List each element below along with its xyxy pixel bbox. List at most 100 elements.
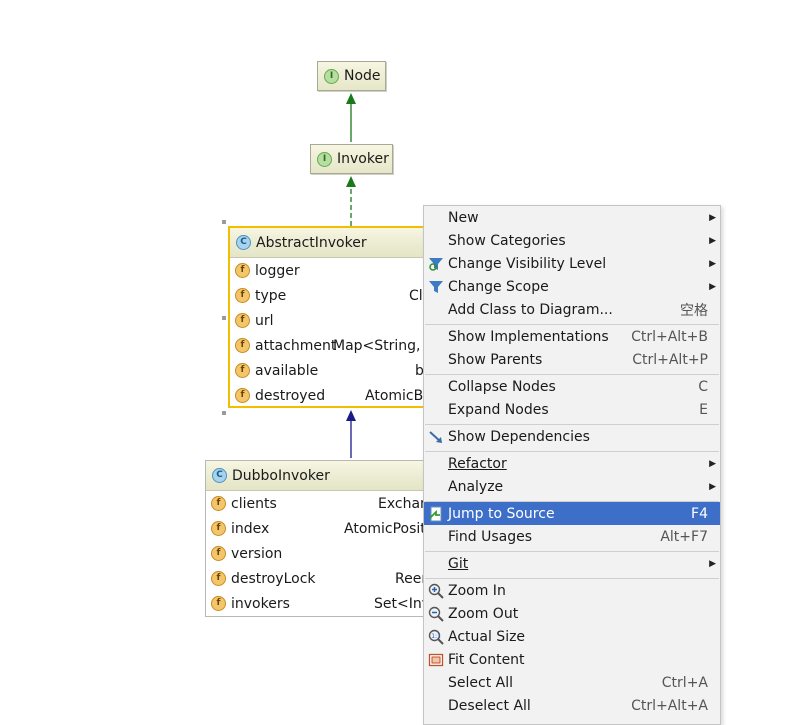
menu-item-collapse-nodes[interactable]: Collapse Nodes C bbox=[424, 375, 720, 398]
selection-handle[interactable] bbox=[222, 220, 226, 224]
field-name: available bbox=[255, 362, 319, 379]
node-interface[interactable]: I Node bbox=[317, 61, 386, 91]
menu-item-label: Add Class to Diagram... bbox=[448, 301, 613, 318]
field-name: type bbox=[255, 287, 287, 304]
menu-item-shortcut: Ctrl+Alt+B bbox=[631, 328, 708, 345]
field-name: destroyLock bbox=[231, 570, 316, 587]
submenu-arrow-icon: ▶ bbox=[709, 258, 716, 269]
field-name: logger bbox=[255, 262, 300, 279]
selection-handle[interactable] bbox=[222, 316, 226, 320]
menu-item-label: Show Categories bbox=[448, 232, 566, 249]
menu-item-zoom-out[interactable]: Zoom Out bbox=[424, 602, 720, 625]
menu-item-git[interactable]: Git ▶ bbox=[424, 552, 720, 575]
field-name: attachment bbox=[255, 337, 337, 354]
field-badge-icon: f bbox=[235, 388, 250, 403]
field-name: url bbox=[255, 312, 274, 329]
dubbo-invoker-class[interactable]: C DubboInvoker f clients Exchan f index … bbox=[205, 460, 433, 617]
menu-item-label: Fit Content bbox=[448, 651, 525, 668]
menu-item-add-class[interactable]: Add Class to Diagram... 空格 bbox=[424, 298, 720, 321]
menu-item-jump-to-source[interactable]: Jump to Source F4 bbox=[424, 502, 720, 525]
menu-item-deselect-all[interactable]: Deselect All Ctrl+Alt+A bbox=[424, 694, 720, 717]
field-badge-icon: f bbox=[235, 363, 250, 378]
menu-item-change-scope[interactable]: Change Scope ▶ bbox=[424, 275, 720, 298]
selection-handle[interactable] bbox=[222, 411, 226, 415]
menu-item-label: Select All bbox=[448, 674, 513, 691]
menu-item-show-categories[interactable]: Show Categories ▶ bbox=[424, 229, 720, 252]
abstract-invoker-class[interactable]: C AbstractInvoker f logger f type Cl f u… bbox=[228, 226, 434, 408]
field-row: f logger bbox=[230, 258, 433, 283]
menu-item-shortcut: E bbox=[699, 401, 708, 418]
class-header: C DubboInvoker bbox=[206, 461, 433, 491]
field-name: destroyed bbox=[255, 387, 326, 404]
field-type: Map<String, S bbox=[333, 337, 434, 354]
class-name: AbstractInvoker bbox=[256, 234, 367, 251]
menu-item-change-visibility[interactable]: Change Visibility Level ▶ bbox=[424, 252, 720, 275]
menu-item-label: Jump to Source bbox=[448, 505, 555, 522]
dependency-arrow-icon bbox=[428, 429, 444, 445]
menu-item-label: Deselect All bbox=[448, 697, 531, 714]
menu-item-label: Change Visibility Level bbox=[448, 255, 607, 272]
node-interface-label: Node bbox=[344, 68, 381, 84]
menu-item-label: Actual Size bbox=[448, 628, 526, 645]
field-badge-icon: f bbox=[235, 263, 250, 278]
menu-item-label: Analyze bbox=[448, 478, 504, 495]
menu-item-find-usages[interactable]: Find Usages Alt+F7 bbox=[424, 525, 720, 548]
field-badge-icon: f bbox=[211, 521, 226, 536]
menu-item-select-all[interactable]: Select All Ctrl+A bbox=[424, 671, 720, 694]
jump-source-icon bbox=[428, 506, 444, 522]
field-row: f version bbox=[206, 541, 433, 566]
field-name: clients bbox=[231, 495, 277, 512]
menu-item-label: Refactor bbox=[448, 455, 507, 472]
menu-item-label: Zoom In bbox=[448, 582, 506, 599]
field-row: f index AtomicPosit bbox=[206, 516, 433, 541]
class-badge-icon: C bbox=[236, 235, 251, 250]
field-type: Exchan bbox=[378, 495, 429, 512]
field-name: index bbox=[231, 520, 270, 537]
menu-item-show-parents[interactable]: Show Parents Ctrl+Alt+P bbox=[424, 348, 720, 371]
field-row: f destroyed AtomicBo bbox=[230, 383, 433, 408]
submenu-arrow-icon: ▶ bbox=[709, 212, 716, 223]
menu-item-label: Show Dependencies bbox=[448, 428, 590, 445]
menu-item-fit-content[interactable]: Fit Content bbox=[424, 648, 720, 671]
field-badge-icon: f bbox=[211, 571, 226, 586]
field-badge-icon: f bbox=[235, 313, 250, 328]
menu-item-refactor[interactable]: Refactor ▶ bbox=[424, 452, 720, 475]
actual-size-icon: 1:1 bbox=[428, 629, 444, 645]
visibility-funnel-icon bbox=[428, 256, 444, 272]
menu-item-label: Collapse Nodes bbox=[448, 378, 556, 395]
submenu-arrow-icon: ▶ bbox=[709, 458, 716, 469]
menu-item-label: New bbox=[448, 209, 479, 226]
menu-item-label: Expand Nodes bbox=[448, 401, 549, 418]
field-badge-icon: f bbox=[211, 496, 226, 511]
menu-item-expand-nodes[interactable]: Expand Nodes E bbox=[424, 398, 720, 421]
field-badge-icon: f bbox=[211, 596, 226, 611]
field-type: AtomicBo bbox=[365, 387, 432, 404]
menu-item-shortcut: C bbox=[698, 378, 708, 395]
submenu-arrow-icon: ▶ bbox=[709, 235, 716, 246]
svg-text:1:1: 1:1 bbox=[431, 633, 441, 640]
menu-item-actual-size[interactable]: 1:1 Actual Size bbox=[424, 625, 720, 648]
zoom-out-icon bbox=[428, 606, 444, 622]
field-badge-icon: f bbox=[211, 546, 226, 561]
field-row: f destroyLock Reen bbox=[206, 566, 433, 591]
class-name: DubboInvoker bbox=[232, 467, 330, 484]
menu-item-shortcut: 空格 bbox=[680, 302, 708, 319]
menu-item-label: Zoom Out bbox=[448, 605, 519, 622]
menu-item-show-implementations[interactable]: Show Implementations Ctrl+Alt+B bbox=[424, 325, 720, 348]
menu-item-shortcut: Ctrl+Alt+P bbox=[632, 351, 708, 368]
menu-item-zoom-in[interactable]: Zoom In bbox=[424, 579, 720, 602]
class-header: C AbstractInvoker bbox=[230, 228, 433, 258]
menu-item-analyze[interactable]: Analyze ▶ bbox=[424, 475, 720, 498]
menu-item-shortcut: F4 bbox=[691, 505, 708, 522]
menu-item-label: Find Usages bbox=[448, 528, 533, 545]
invoker-interface[interactable]: I Invoker bbox=[310, 144, 393, 174]
menu-item-label: Change Scope bbox=[448, 278, 549, 295]
filter-icon bbox=[428, 279, 444, 295]
field-type: Set<Inv bbox=[374, 595, 431, 612]
menu-item-new[interactable]: New ▶ bbox=[424, 206, 720, 229]
field-row: f clients Exchan bbox=[206, 491, 433, 516]
context-menu: New ▶ Show Categories ▶ Change Visibilit… bbox=[423, 205, 721, 725]
submenu-arrow-icon: ▶ bbox=[709, 481, 716, 492]
field-row: f attachment Map<String, S bbox=[230, 333, 434, 358]
menu-item-show-dependencies[interactable]: Show Dependencies bbox=[424, 425, 720, 448]
